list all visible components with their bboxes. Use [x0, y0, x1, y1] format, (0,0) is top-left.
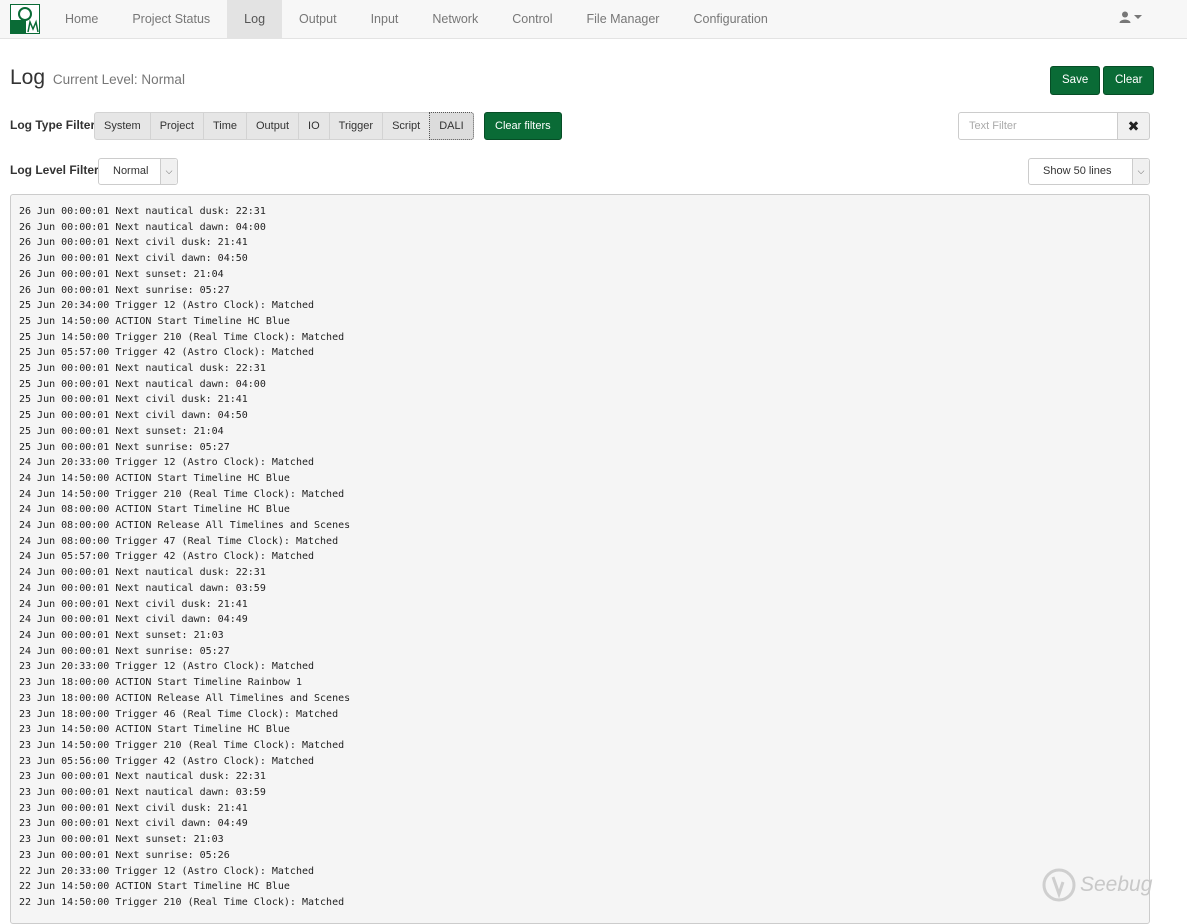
user-icon — [1119, 11, 1131, 23]
user-menu[interactable] — [1119, 11, 1142, 23]
caret-down-icon — [1134, 15, 1142, 19]
chevron-down-icon: ⌵ — [1132, 159, 1149, 184]
log-line: 25 Jun 00:00:01 Next sunrise: 05:27 — [19, 441, 230, 453]
log-line: 26 Jun 00:00:01 Next civil dusk: 21:41 — [19, 237, 248, 249]
log-line: 26 Jun 00:00:01 Next sunset: 21:04 — [19, 268, 224, 280]
log-line: 24 Jun 08:00:00 ACTION Release All Timel… — [19, 520, 351, 532]
show-lines-value: Show 50 lines — [1043, 165, 1112, 177]
log-type-filter-group: System Project Time Output IO Trigger Script DA… — [94, 112, 474, 140]
log-line: 24 Jun 00:00:01 Next civil dusk: 21:41 — [19, 598, 248, 610]
nav-item-control[interactable]: Control — [495, 0, 569, 38]
nav-item-output[interactable]: Output — [282, 0, 354, 38]
log-line: 23 Jun 18:00:00 ACTION Release All Timel… — [19, 692, 351, 704]
log-line: 26 Jun 00:00:01 Next sunrise: 05:27 — [19, 284, 230, 296]
log-line: 25 Jun 14:50:00 Trigger 210 (Real Time C… — [19, 331, 345, 343]
log-line: 24 Jun 08:00:00 Trigger 47 (Real Time Cl… — [19, 535, 339, 547]
log-line: 23 Jun 14:50:00 ACTION Start Timeline HC… — [19, 724, 290, 736]
log-line: 22 Jun 14:50:00 Trigger 210 (Real Time C… — [19, 896, 345, 908]
log-line: 22 Jun 14:50:00 ACTION Start Timeline HC… — [19, 881, 290, 893]
filter-trigger-button[interactable]: Trigger — [328, 112, 384, 140]
log-line: 24 Jun 14:50:00 Trigger 210 (Real Time C… — [19, 488, 345, 500]
nav-item-file-manager[interactable]: File Manager — [570, 0, 677, 38]
nav-item-configuration[interactable]: Configuration — [676, 0, 784, 38]
page-title-text: Log — [10, 66, 46, 89]
seebug-logo-icon — [1042, 868, 1076, 902]
log-line: 26 Jun 00:00:01 Next civil dawn: 04:50 — [19, 253, 248, 265]
log-line: 23 Jun 18:00:00 Trigger 46 (Real Time Cl… — [19, 708, 339, 720]
log-line: 23 Jun 00:00:01 Next nautical dusk: 22:3… — [19, 771, 266, 783]
log-line: 23 Jun 18:00:00 ACTION Start Timeline Ra… — [19, 677, 302, 689]
main-nav: Home Project Status Log Output Input Network C… — [48, 0, 785, 38]
filter-script-button[interactable]: Script — [382, 112, 431, 140]
log-line: 26 Jun 00:00:01 Next nautical dusk: 22:3… — [19, 206, 266, 217]
log-line: 23 Jun 00:00:01 Next sunrise: 05:26 — [19, 849, 230, 861]
log-line: 25 Jun 00:00:01 Next sunset: 21:04 — [19, 425, 224, 437]
nav-item-network[interactable]: Network — [415, 0, 495, 38]
log-level-filter-label: Log Level Filter — [10, 163, 99, 177]
clear-filters-button[interactable]: Clear filters — [484, 112, 562, 140]
current-level-text: Current Level: Normal — [52, 72, 185, 87]
close-icon: ✖ — [1127, 118, 1140, 134]
clear-log-button[interactable]: Clear — [1103, 66, 1155, 95]
log-line: 23 Jun 00:00:01 Next sunset: 21:03 — [19, 834, 224, 846]
log-level-select[interactable]: Normal ⌵ — [98, 158, 178, 185]
log-line: 25 Jun 20:34:00 Trigger 12 (Astro Clock)… — [19, 300, 315, 312]
nav-item-project-status[interactable]: Project Status — [115, 0, 227, 38]
log-line: 24 Jun 20:33:00 Trigger 12 (Astro Clock)… — [19, 457, 315, 469]
log-line: 23 Jun 00:00:01 Next civil dusk: 21:41 — [19, 802, 248, 814]
log-line: 25 Jun 00:00:01 Next nautical dawn: 04:0… — [19, 378, 266, 390]
log-line: 23 Jun 20:33:00 Trigger 12 (Astro Clock)… — [19, 661, 315, 673]
log-line: 24 Jun 05:57:00 Trigger 42 (Astro Clock)… — [19, 551, 315, 563]
text-filter-input[interactable] — [958, 112, 1118, 140]
log-line: 23 Jun 05:56:00 Trigger 42 (Astro Clock)… — [19, 755, 315, 767]
log-line: 25 Jun 05:57:00 Trigger 42 (Astro Clock)… — [19, 347, 315, 359]
log-line: 24 Jun 00:00:01 Next nautical dawn: 03:5… — [19, 582, 266, 594]
log-line: 23 Jun 00:00:01 Next civil dawn: 04:49 — [19, 818, 248, 830]
filter-io-button[interactable]: IO — [298, 112, 330, 140]
top-navbar: Home Project Status Log Output Input Network C… — [0, 0, 1187, 39]
show-lines-select[interactable]: Show 50 lines ⌵ — [1028, 158, 1150, 185]
watermark-text: Seebug — [1080, 873, 1153, 896]
app-logo-icon[interactable] — [10, 4, 40, 34]
log-line: 25 Jun 00:00:01 Next civil dusk: 21:41 — [19, 394, 248, 406]
log-line: 24 Jun 00:00:01 Next nautical dusk: 22:3… — [19, 567, 266, 579]
filter-output-button[interactable]: Output — [245, 112, 300, 140]
log-type-filter-label: Log Type Filter — [10, 118, 96, 132]
log-level-value: Normal — [113, 165, 149, 177]
log-output[interactable]: 26 Jun 00:00:01 Next nautical dusk: 22:3… — [10, 194, 1150, 924]
log-line: 24 Jun 00:00:01 Next sunrise: 05:27 — [19, 645, 230, 657]
filter-system-button[interactable]: System — [94, 112, 151, 140]
log-line: 25 Jun 00:00:01 Next nautical dusk: 22:3… — [19, 363, 266, 375]
seebug-watermark: Seebug — [1042, 868, 1152, 902]
log-line: 24 Jun 08:00:00 ACTION Start Timeline HC… — [19, 504, 290, 516]
chevron-down-icon: ⌵ — [160, 159, 177, 184]
log-line: 24 Jun 00:00:01 Next sunset: 21:03 — [19, 629, 224, 641]
log-line: 25 Jun 14:50:00 ACTION Start Timeline HC… — [19, 315, 290, 327]
log-line: 23 Jun 14:50:00 Trigger 210 (Real Time C… — [19, 739, 345, 751]
page-title: Log Current Level: Normal — [10, 66, 185, 90]
filter-dali-button[interactable]: DALI — [429, 112, 474, 140]
log-line: 24 Jun 14:50:00 ACTION Start Timeline HC… — [19, 472, 290, 484]
log-line: 22 Jun 20:33:00 Trigger 12 (Astro Clock)… — [19, 865, 315, 877]
nav-item-input[interactable]: Input — [354, 0, 416, 38]
log-line: 24 Jun 00:00:01 Next civil dawn: 04:49 — [19, 614, 248, 626]
nav-item-home[interactable]: Home — [48, 0, 115, 38]
log-line: 26 Jun 00:00:01 Next nautical dawn: 04:0… — [19, 221, 266, 233]
text-filter-clear-button[interactable]: ✖ — [1117, 112, 1150, 140]
save-button[interactable]: Save — [1050, 66, 1101, 95]
filter-time-button[interactable]: Time — [202, 112, 247, 140]
nav-item-log[interactable]: Log — [227, 0, 283, 38]
log-line: 23 Jun 00:00:01 Next nautical dawn: 03:5… — [19, 787, 266, 799]
filter-project-button[interactable]: Project — [149, 112, 204, 140]
log-line: 25 Jun 00:00:01 Next civil dawn: 04:50 — [19, 410, 248, 422]
